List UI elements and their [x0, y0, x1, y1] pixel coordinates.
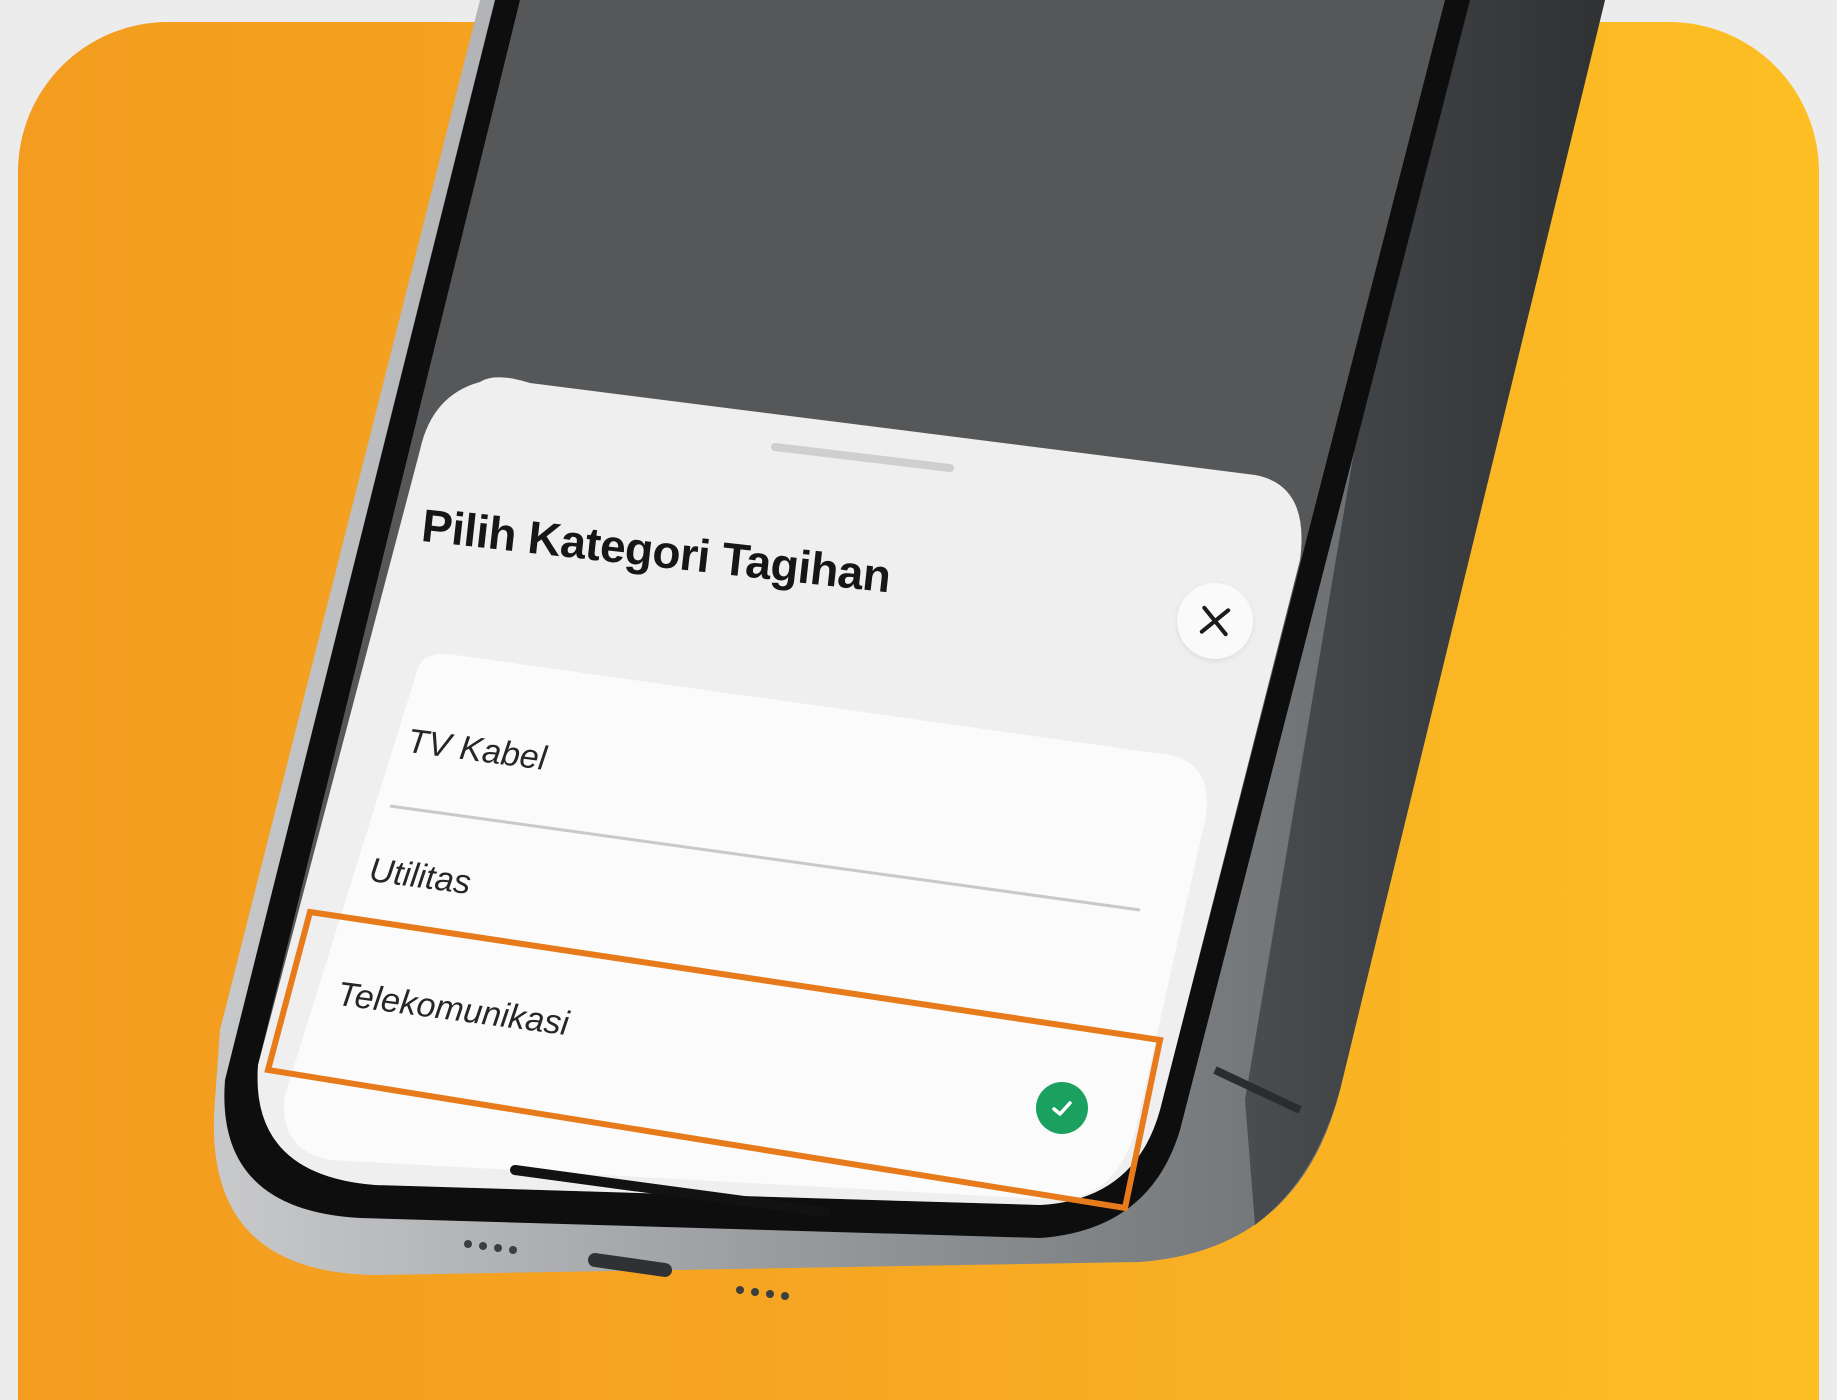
selected-check — [1036, 1082, 1088, 1134]
check-circle-icon — [1052, 1101, 1072, 1116]
close-icon — [1199, 605, 1231, 637]
phone-mockup — [213, 0, 1605, 1300]
charging-port — [588, 1253, 672, 1277]
speaker-grille-right — [736, 1286, 789, 1300]
